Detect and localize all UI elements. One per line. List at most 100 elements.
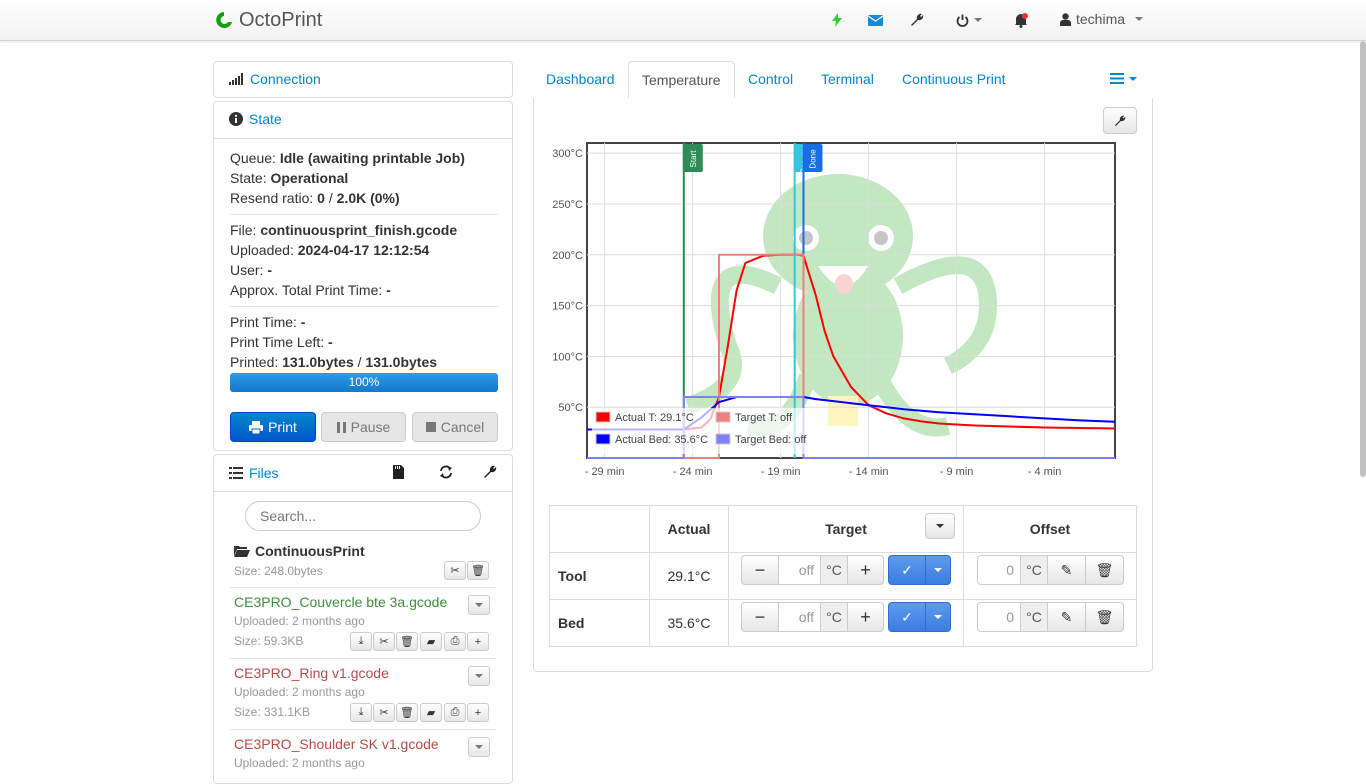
- pause-button[interactable]: Pause: [321, 412, 406, 442]
- file-add-button[interactable]: +: [467, 632, 489, 651]
- folder-delete-button[interactable]: 🗑: [467, 561, 489, 580]
- y-tick-label: 200°C: [552, 250, 583, 262]
- file-add-button[interactable]: +: [467, 703, 489, 722]
- plus-icon: +: [860, 606, 871, 627]
- notification-bell-icon[interactable]: [1011, 10, 1031, 30]
- tool-decrease-button[interactable]: −: [741, 555, 779, 585]
- sd-card-icon[interactable]: [393, 465, 404, 482]
- tab-temperature[interactable]: Temperature: [628, 61, 735, 100]
- x-tick-label: - 24 min: [673, 466, 713, 478]
- tool-set-dropdown[interactable]: [925, 555, 951, 585]
- state-header[interactable]: State: [229, 111, 282, 127]
- print-button[interactable]: Print: [230, 412, 316, 442]
- user-row: User: -: [230, 262, 273, 278]
- tool-offset-input[interactable]: 0: [977, 555, 1021, 585]
- info-circle-icon: [229, 112, 243, 126]
- target-presets-button[interactable]: [925, 513, 955, 539]
- wrench-icon[interactable]: [907, 10, 927, 30]
- brand-title: OctoPrint: [239, 8, 323, 31]
- tab-control[interactable]: Control: [735, 61, 806, 99]
- trash-icon: 🗑: [1095, 561, 1114, 578]
- folder-open-icon: ▰: [426, 707, 436, 719]
- tool-offset-edit-button[interactable]: ✎: [1047, 555, 1086, 585]
- file-download-button[interactable]: ⤓: [350, 703, 372, 722]
- chevron-down-icon: [475, 603, 483, 607]
- files-wrench-icon[interactable]: [483, 465, 497, 482]
- tab-menu-button[interactable]: [1110, 73, 1137, 84]
- file-load-button[interactable]: ▰: [420, 703, 442, 722]
- file-download-button[interactable]: ⤓: [350, 632, 372, 651]
- file-name[interactable]: CE3PRO_Couvercle bte 3a.gcode: [234, 594, 447, 610]
- chevron-down-icon: [475, 674, 483, 678]
- tool-offset-delete-button[interactable]: 🗑: [1085, 555, 1124, 585]
- graph-settings-button[interactable]: [1103, 107, 1137, 134]
- file-name[interactable]: CE3PRO_Ring v1.gcode: [234, 665, 389, 681]
- trash-icon: 🗑: [400, 707, 414, 719]
- legend: Actual T: 29.1°C Target T: off Actual Bed:…: [592, 408, 814, 454]
- wrench-icon: [1114, 115, 1126, 126]
- header-actual: Actual: [649, 505, 729, 553]
- user-icon: [1060, 12, 1071, 26]
- file-expand-button[interactable]: [468, 595, 490, 615]
- tab-continuous-print[interactable]: Continuous Print: [889, 61, 1019, 99]
- bed-offset-input[interactable]: 0: [977, 602, 1021, 632]
- tool-offset-unit: °C: [1020, 555, 1048, 585]
- bed-target-unit: °C: [820, 602, 848, 632]
- connection-panel: Connection: [213, 61, 513, 98]
- brand[interactable]: OctoPrint: [213, 7, 322, 33]
- printed-row: Printed: 131.0bytes / 131.0bytes: [230, 354, 438, 370]
- files-header[interactable]: Files: [229, 465, 279, 481]
- tool-target-input[interactable]: off: [778, 555, 821, 585]
- list-icon: [229, 467, 243, 479]
- file-name[interactable]: CE3PRO_Shoulder SK v1.gcode: [234, 736, 439, 752]
- power-icon[interactable]: [952, 10, 986, 30]
- trash-icon: 🗑: [1095, 608, 1114, 625]
- check-icon: ✓: [901, 561, 913, 578]
- connection-label: Connection: [250, 71, 321, 87]
- folder-cut-button[interactable]: ✂: [444, 561, 466, 580]
- folder-item[interactable]: ContinuousPrint: [234, 543, 365, 559]
- file-print-button[interactable]: ⎙: [444, 703, 466, 722]
- file-expand-button[interactable]: [468, 666, 490, 686]
- y-tick-label: 100°C: [552, 351, 583, 363]
- bed-decrease-button[interactable]: −: [741, 602, 779, 632]
- bed-increase-button[interactable]: +: [847, 602, 884, 632]
- event-marker-label: Start: [689, 150, 698, 168]
- files-panel: Files ContinuousPrint Size: 248.0bytes ✂…: [213, 454, 513, 784]
- cancel-button[interactable]: Cancel: [412, 412, 498, 442]
- temperature-graph: StartResumeDone 50°C100°C150°C200°C250°C…: [552, 142, 1116, 478]
- state-panel: State Queue: Idle (awaiting printable Jo…: [213, 101, 513, 451]
- print-time-left-row: Print Time Left: -: [230, 334, 333, 350]
- file-print-button[interactable]: ⎙: [444, 632, 466, 651]
- file-cut-button[interactable]: ✂: [373, 703, 395, 722]
- envelope-icon[interactable]: [865, 10, 885, 30]
- pencil-icon: ✎: [1060, 561, 1073, 578]
- scissors-icon: ✂: [379, 636, 389, 648]
- tab-terminal[interactable]: Terminal: [808, 61, 887, 99]
- event-marker-label: Done: [808, 149, 817, 169]
- bed-offset-delete-button[interactable]: 🗑: [1085, 602, 1124, 632]
- file-load-button[interactable]: ▰: [420, 632, 442, 651]
- tool-increase-button[interactable]: +: [847, 555, 884, 585]
- bed-offset-edit-button[interactable]: ✎: [1047, 602, 1086, 632]
- bed-set-button[interactable]: ✓: [888, 602, 926, 632]
- bed-set-dropdown[interactable]: [925, 602, 951, 632]
- chevron-down-icon: [1135, 17, 1144, 21]
- file-uploaded: Uploaded: 2 months ago: [234, 614, 365, 628]
- tool-set-button[interactable]: ✓: [888, 555, 926, 585]
- user-menu[interactable]: techima: [1060, 11, 1144, 27]
- minus-icon: −: [754, 559, 766, 580]
- connection-header[interactable]: Connection: [229, 71, 321, 87]
- x-tick-label: - 29 min: [585, 466, 625, 478]
- bed-target-input[interactable]: off: [778, 602, 821, 632]
- tab-dashboard[interactable]: Dashboard: [533, 61, 628, 99]
- file-delete-button[interactable]: 🗑: [396, 703, 418, 722]
- power-lightning-icon[interactable]: [827, 10, 847, 30]
- search-input[interactable]: [245, 501, 481, 531]
- refresh-icon[interactable]: [439, 465, 453, 482]
- file-cut-button[interactable]: ✂: [373, 632, 395, 651]
- file-expand-button[interactable]: [468, 737, 490, 757]
- file-delete-button[interactable]: 🗑: [396, 632, 418, 651]
- file-size: Size: 59.3KB: [234, 634, 304, 648]
- page-scrollbar[interactable]: [1360, 41, 1366, 477]
